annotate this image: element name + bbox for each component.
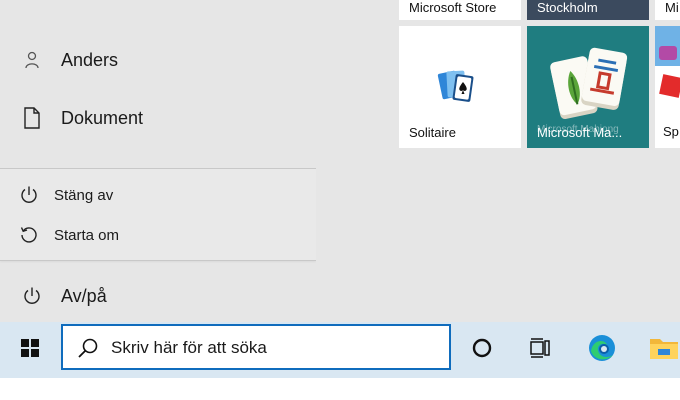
restart-item[interactable]: Starta om <box>0 221 316 249</box>
tile-weather-label: Stockholm <box>537 0 598 15</box>
mahjong-tiles-icon <box>547 40 633 131</box>
taskbar: Skriv här för att söka <box>0 322 680 378</box>
power-item[interactable]: Av/på <box>0 280 316 312</box>
search-placeholder: Skriv här för att söka <box>111 338 267 357</box>
game-character-icon <box>659 46 677 60</box>
tile-microsoft-store[interactable]: Microsoft Store <box>399 0 521 20</box>
power-icon <box>16 182 42 208</box>
search-icon <box>77 337 99 364</box>
bottom-margin <box>0 378 680 400</box>
tile-partial-top[interactable]: Mi <box>655 0 680 20</box>
restart-label: Starta om <box>54 226 120 244</box>
file-explorer-icon[interactable] <box>648 332 680 364</box>
windows-logo-icon[interactable] <box>14 332 46 364</box>
power-submenu: Stäng av Starta om <box>0 168 316 261</box>
user-account-label: Anders <box>61 49 119 70</box>
roblox-logo-icon <box>659 74 680 98</box>
restart-icon <box>16 222 42 248</box>
cortana-icon[interactable] <box>466 332 498 364</box>
user-account-item[interactable]: Anders <box>0 44 316 76</box>
edge-icon[interactable] <box>586 332 618 364</box>
start-menu-left-column: Anders Dokument Stäng av Starta om Av/på <box>0 0 317 322</box>
start-menu: Anders Dokument Stäng av Starta om Av/på… <box>0 0 680 322</box>
tile-partial-top-label: Mi <box>665 0 679 15</box>
person-icon <box>18 46 46 74</box>
tiles-area: Microsoft Store Stockholm Mi Solitaire M… <box>316 0 680 322</box>
power-label: Av/på <box>61 285 107 306</box>
tile-solitaire-label: Solitaire <box>409 125 456 140</box>
shutdown-label: Stäng av <box>54 186 114 204</box>
task-view-icon[interactable] <box>524 332 556 364</box>
tile-weather[interactable]: Stockholm <box>527 0 649 20</box>
tile-microsoft-store-label: Microsoft Store <box>409 0 497 15</box>
search-input[interactable]: Skriv här för att söka <box>61 324 451 370</box>
solitaire-cards-icon <box>437 68 477 111</box>
tile-mahjong[interactable]: Microsoft Mahjong Microsoft Ma... <box>527 26 649 148</box>
documents-item[interactable]: Dokument <box>0 102 316 134</box>
tile-partial-game[interactable]: Sp <box>655 26 680 148</box>
tile-partial-game-label: Sp <box>663 124 679 139</box>
power-icon <box>18 282 46 310</box>
shutdown-item[interactable]: Stäng av <box>0 181 316 209</box>
document-icon <box>18 104 46 132</box>
tile-mahjong-label: Microsoft Ma... <box>537 125 623 140</box>
documents-label: Dokument <box>61 107 144 128</box>
tile-solitaire[interactable]: Solitaire <box>399 26 521 148</box>
